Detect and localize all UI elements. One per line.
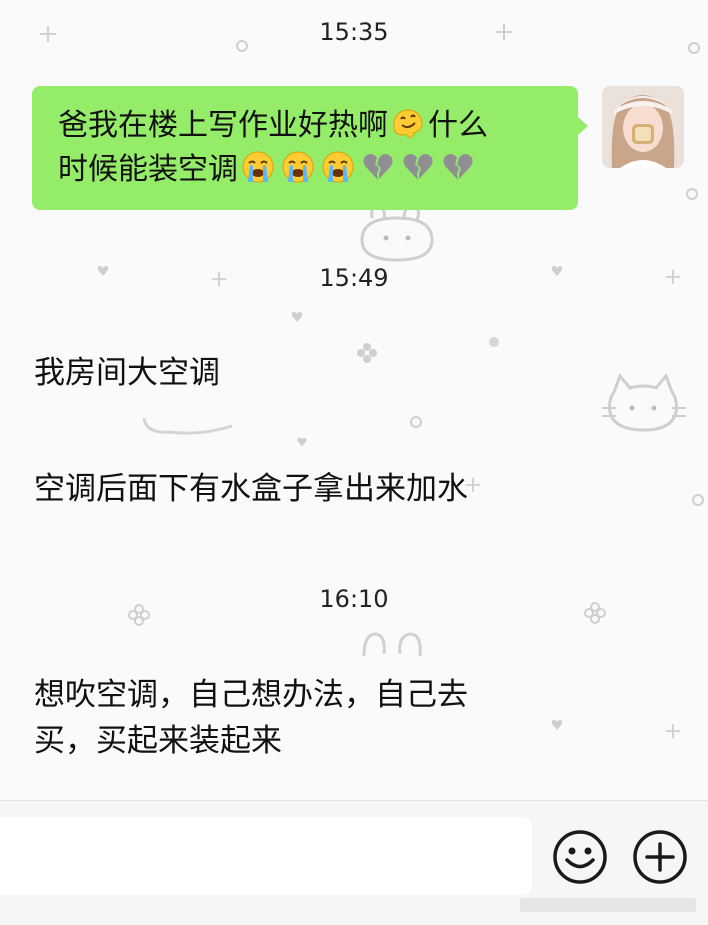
broken-heart-icon: [403, 154, 433, 180]
loudly-crying-face-icon: [322, 151, 354, 183]
watermark-image: [520, 898, 696, 912]
broken-heart-icon: [363, 154, 393, 180]
doodle-swirl-icon: [686, 188, 698, 200]
doodle-swirl-icon: [489, 337, 499, 347]
message-line: 想吹空调，自己想办法，自己去: [34, 677, 468, 713]
incoming-message[interactable]: 我房间大空调: [34, 350, 554, 396]
melting-face-icon: [393, 109, 423, 138]
message-line: 买，买起来装起来: [34, 723, 282, 759]
message-text: 什么: [428, 108, 488, 143]
loudly-crying-face-icon: [242, 151, 274, 183]
doodle-cloud-icon: [142, 417, 233, 435]
message-line: 爸我在楼上写作业好热啊 什么: [58, 104, 552, 148]
doodle-heart-icon: [291, 312, 303, 322]
plus-circle-icon[interactable]: [632, 829, 688, 885]
message-line: 时候能装空调: [58, 148, 552, 192]
smiley-face-icon[interactable]: [552, 829, 608, 885]
avatar[interactable]: [602, 86, 684, 168]
chat-area[interactable]: 15:35 爸我在楼上写作业好热啊 什么 时候能装空调 15:49 我房间大空调…: [0, 0, 708, 800]
timestamp: 15:35: [319, 18, 389, 46]
incoming-message[interactable]: 空调后面下有水盒子拿出来加水: [34, 466, 554, 512]
doodle-ears-icon: [362, 632, 422, 657]
bubble-tail: [577, 116, 588, 136]
message-text: 时候能装空调: [58, 152, 238, 187]
outgoing-message-bubble[interactable]: 爸我在楼上写作业好热啊 什么 时候能装空调: [32, 86, 588, 210]
timestamp: 15:49: [319, 264, 389, 292]
incoming-message[interactable]: 想吹空调，自己想办法，自己去 买，买起来装起来: [34, 672, 554, 764]
doodle-swirl-icon: [410, 416, 422, 428]
loudly-crying-face-icon: [282, 151, 314, 183]
broken-heart-icon: [443, 154, 473, 180]
message-text: 爸我在楼上写作业好热啊: [58, 108, 388, 143]
timestamp: 16:10: [319, 585, 389, 613]
message-input[interactable]: [0, 817, 532, 895]
doodle-swirl-icon: [692, 494, 704, 506]
input-bar: [0, 800, 708, 925]
doodle-heart-icon: [297, 437, 307, 447]
doodle-cat-icon: [602, 373, 686, 432]
doodle-sparkle-icon: [665, 723, 681, 739]
avatar-photo: [602, 86, 684, 168]
